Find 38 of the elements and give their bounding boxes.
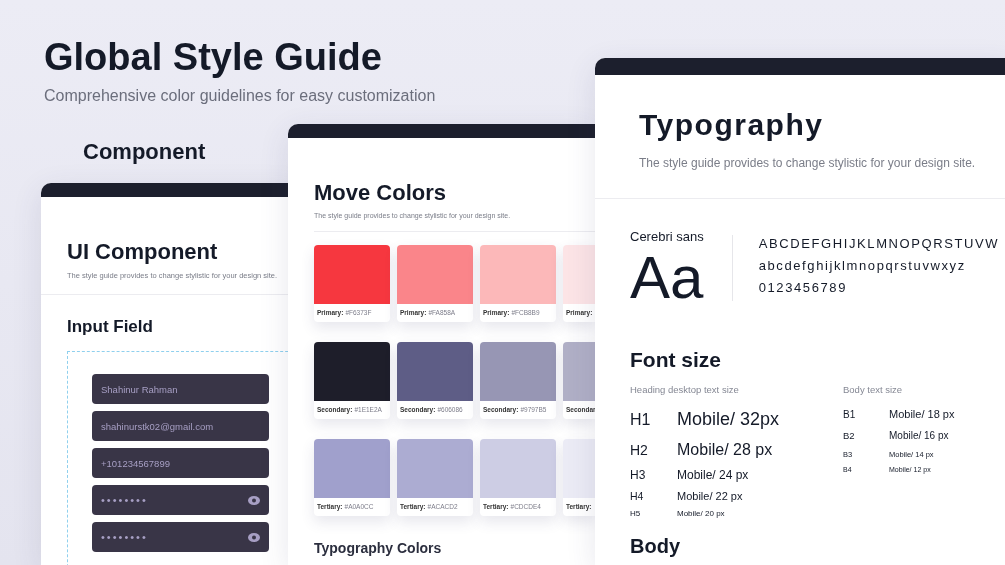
glyph-set: 0123456789 — [758, 280, 848, 295]
input-field[interactable]: +101234567899 — [92, 448, 269, 478]
card-title: Typography — [639, 108, 825, 142]
card-title: UI Component — [67, 239, 219, 265]
glyph-set: abcdefghijklmnopqrstuvwxyz — [758, 258, 967, 273]
size-tag: H4 — [630, 490, 677, 502]
font-name: Cerebri sans — [630, 229, 704, 244]
password-field[interactable]: •••••••• — [92, 485, 269, 515]
input-field[interactable]: shahinurstk02@gmail.com — [92, 411, 269, 441]
size-sample: Mobile/ 18 px — [889, 408, 955, 420]
glyph-set: ABCDEFGHIJKLMNOPQRSTUVW — [758, 236, 1000, 251]
section-title: Font size — [630, 348, 722, 372]
eye-icon[interactable] — [248, 495, 260, 505]
font-specimen: Aa — [630, 248, 704, 308]
size-tag: H3 — [630, 468, 677, 482]
section-title: Typography Colors — [314, 540, 443, 556]
password-field[interactable]: •••••••• — [92, 522, 269, 552]
page-title: Global Style Guide — [44, 36, 383, 79]
section-title: Input Field — [67, 317, 154, 337]
size-tag: B2 — [843, 430, 889, 441]
size-sample: Mobile/ 16 px — [889, 430, 949, 441]
section-title: Body — [630, 535, 681, 557]
eye-icon[interactable] — [248, 532, 260, 542]
size-sample: Mobile/ 28 px — [677, 441, 773, 459]
page-subtitle: Comprehensive color guidelines for easy customization — [44, 87, 436, 105]
size-sample: Mobile/ 24 px — [677, 468, 749, 482]
size-sample: Mobile/ 20 px — [677, 509, 725, 518]
size-tag: H5 — [630, 509, 677, 518]
size-tag: H1 — [630, 410, 677, 429]
column-label: Heading desktop text size — [630, 384, 740, 395]
input-field[interactable]: Shahinur Rahman — [92, 374, 269, 404]
card-title: Move Colors — [314, 180, 448, 206]
section-label: Component — [83, 139, 207, 165]
size-sample: Mobile/ 32px — [677, 409, 780, 430]
size-tag: H2 — [630, 442, 677, 458]
size-sample: Mobile/ 22 px — [677, 490, 743, 502]
column-label: Body text size — [843, 384, 904, 395]
size-tag: B1 — [843, 408, 889, 420]
